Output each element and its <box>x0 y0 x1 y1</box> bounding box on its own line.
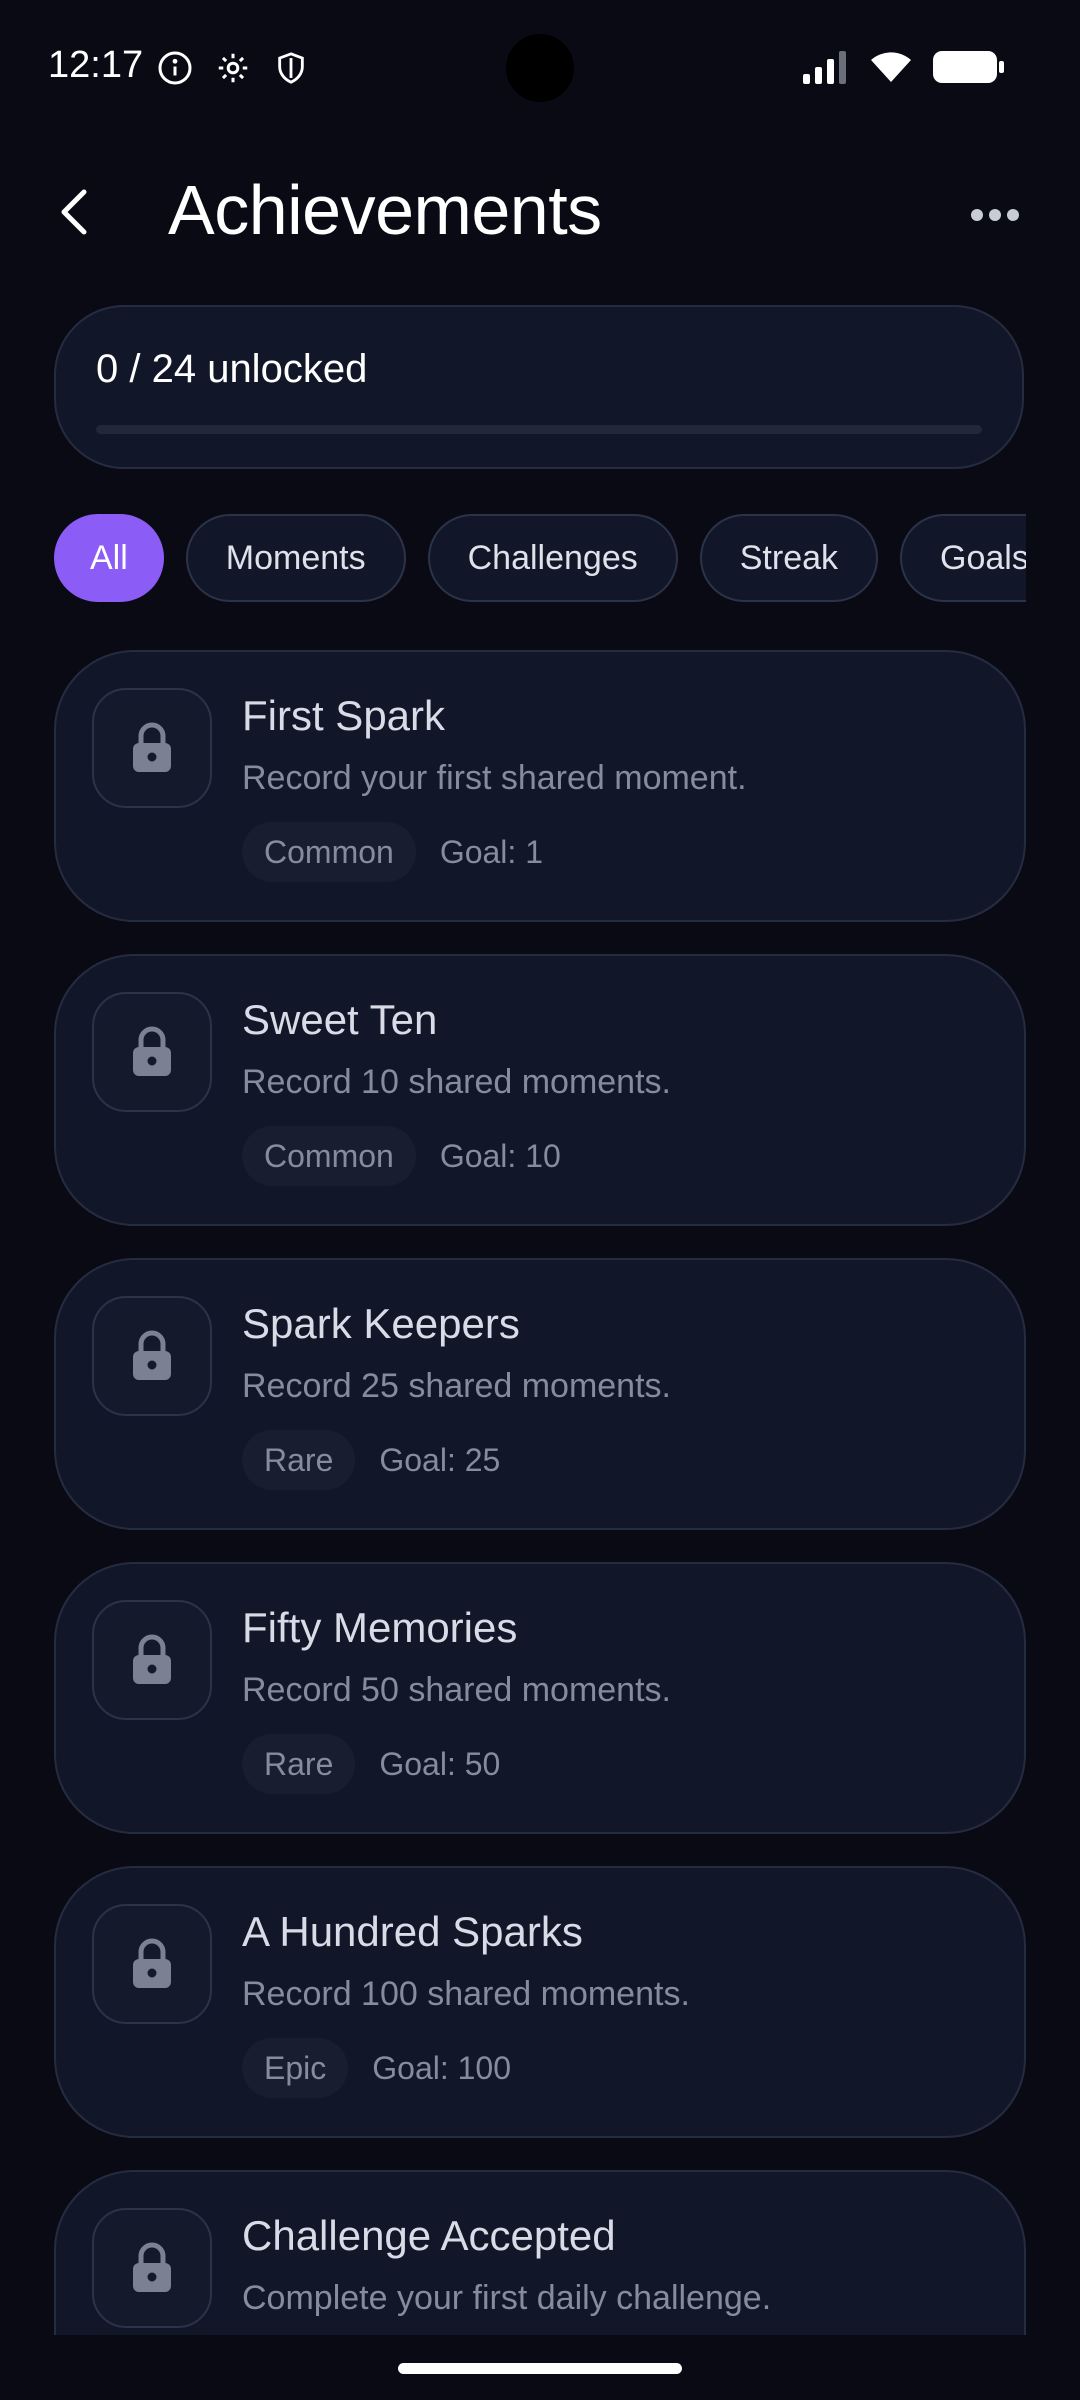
home-indicator[interactable] <box>398 2363 682 2374</box>
achievement-meta: Epic Goal: 100 <box>242 2038 511 2098</box>
achievement-title: Challenge Accepted <box>242 2212 616 2259</box>
filter-tabs: All Moments Challenges Streak Goals <box>54 514 1026 604</box>
status-system-icons <box>803 50 1005 89</box>
goal-label: Goal: 10 <box>439 1137 561 1174</box>
chevron-left-icon <box>61 189 87 235</box>
achievement-description: Record your first shared moment. <box>242 759 747 797</box>
achievement-title: Spark Keepers <box>242 1300 520 1347</box>
header: Achievements <box>0 160 1080 260</box>
lock-icon <box>133 1026 171 1076</box>
rarity-badge: Epic <box>242 2038 349 2098</box>
lock-icon-container <box>92 1904 212 2024</box>
achievement-description: Record 100 shared moments. <box>242 1975 690 2013</box>
rarity-badge: Common <box>242 822 416 882</box>
progress-card: 0 / 24 unlocked <box>54 305 1024 469</box>
battery-icon <box>933 50 1005 89</box>
signal-icon <box>803 50 849 89</box>
achievement-meta: Rare Goal: 50 <box>242 1734 500 1794</box>
achievement-title: First Spark <box>242 692 446 739</box>
info-icon <box>155 48 195 88</box>
rarity-badge: Common <box>242 1126 416 1186</box>
lock-icon <box>133 722 171 772</box>
achievement-card[interactable]: Challenge Accepted Complete your first d… <box>54 2170 1026 2335</box>
page-title: Achievements <box>168 171 602 249</box>
status-bar: 12:17 <box>0 0 1080 135</box>
rarity-badge: Rare <box>242 1734 356 1794</box>
filter-chip-goals[interactable]: Goals <box>900 514 1026 602</box>
wifi-icon <box>869 50 913 89</box>
goal-label: Goal: 50 <box>379 1745 501 1782</box>
lock-icon <box>133 1330 171 1380</box>
achievement-title: A Hundred Sparks <box>242 1908 583 1955</box>
achievement-meta: Common Goal: 10 <box>242 1126 561 1186</box>
achievement-card[interactable]: Sweet Ten Record 10 shared moments. Comm… <box>54 954 1026 1226</box>
achievement-meta: Common Goal: 1 <box>242 822 543 882</box>
lock-icon <box>133 1634 171 1684</box>
status-time: 12:17 <box>48 44 144 86</box>
shield-icon <box>271 48 311 88</box>
achievement-description: Record 50 shared moments. <box>242 1671 671 1709</box>
camera-cutout <box>506 34 574 102</box>
filter-chip-challenges[interactable]: Challenges <box>427 514 678 602</box>
lock-icon-container <box>92 992 212 1112</box>
achievement-card[interactable]: Spark Keepers Record 25 shared moments. … <box>54 1258 1026 1530</box>
lock-icon-container <box>92 1296 212 1416</box>
achievement-description: Complete your first daily challenge. <box>242 2279 772 2317</box>
goal-label: Goal: 100 <box>372 2049 512 2086</box>
lock-icon-container <box>92 688 212 808</box>
achievement-description: Record 10 shared moments. <box>242 1063 671 1101</box>
lock-icon <box>133 2242 171 2292</box>
achievement-card[interactable]: First Spark Record your first shared mom… <box>54 650 1026 922</box>
lock-icon-container <box>92 2208 212 2328</box>
rarity-badge: Rare <box>242 1430 356 1490</box>
lock-icon <box>133 1938 171 1988</box>
filter-chip-all[interactable]: All <box>54 514 164 602</box>
goal-label: Goal: 25 <box>379 1441 501 1478</box>
progress-label: 0 / 24 unlocked <box>96 347 368 391</box>
achievement-description: Record 25 shared moments. <box>242 1367 671 1405</box>
filter-chip-streak[interactable]: Streak <box>699 514 879 602</box>
more-horizontal-icon <box>971 209 1019 221</box>
achievement-title: Sweet Ten <box>242 996 438 1043</box>
gear-icon <box>213 48 253 88</box>
goal-label: Goal: 1 <box>439 833 543 870</box>
progress-bar <box>96 425 982 434</box>
more-options-button[interactable] <box>960 190 1030 240</box>
achievement-card[interactable]: A Hundred Sparks Record 100 shared momen… <box>54 1866 1026 2138</box>
achievement-title: Fifty Memories <box>242 1604 518 1651</box>
lock-icon-container <box>92 1600 212 1720</box>
achievement-list: First Spark Record your first shared mom… <box>54 650 1026 2335</box>
back-button[interactable] <box>44 182 104 242</box>
achievement-card[interactable]: Fifty Memories Record 50 shared moments.… <box>54 1562 1026 1834</box>
filter-chip-moments[interactable]: Moments <box>185 514 406 602</box>
achievement-meta: Rare Goal: 25 <box>242 1430 500 1490</box>
status-notification-icons <box>155 48 311 88</box>
